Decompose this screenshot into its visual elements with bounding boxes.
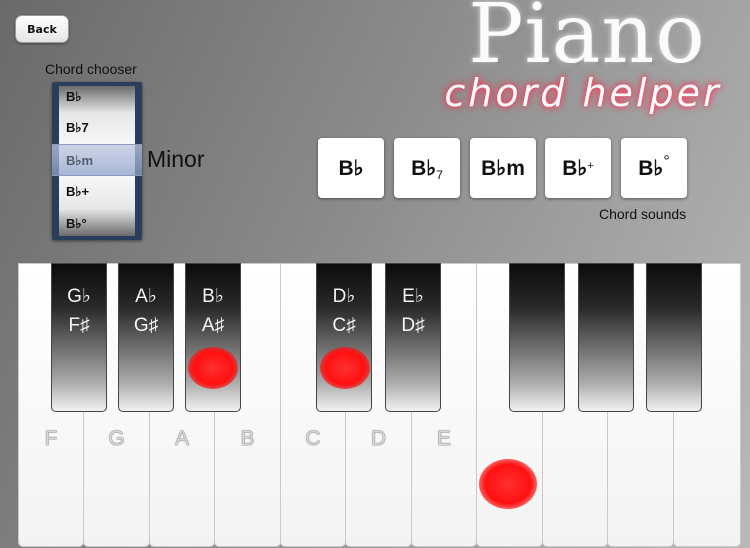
- black-key-label-sharp: F♯: [68, 315, 90, 336]
- black-key-label-flat: G♭: [67, 286, 91, 307]
- picker-row[interactable]: B♭°: [66, 216, 87, 232]
- chord-button-diminished[interactable]: B♭ °: [621, 138, 687, 198]
- chord-button-label: B♭: [411, 156, 437, 180]
- black-key-label-sharp: A♯: [201, 315, 225, 336]
- black-key-label-flat: B♭: [202, 286, 224, 307]
- black-key-ab-upper[interactable]: [578, 263, 634, 412]
- picker-row[interactable]: B♭: [66, 89, 82, 105]
- chord-button-major[interactable]: B♭: [318, 138, 384, 198]
- black-key-label-flat: E♭: [402, 286, 424, 307]
- chord-button-suffix: 7: [436, 168, 443, 182]
- white-key-label: A: [174, 427, 189, 450]
- black-key-gb-upper[interactable]: [509, 263, 565, 412]
- black-key-label-sharp: D♯: [401, 315, 425, 336]
- black-key-bb[interactable]: B♭ A♯: [185, 263, 241, 412]
- highlight-dot-db: [320, 347, 370, 389]
- white-key-label: B: [240, 427, 255, 450]
- black-key-eb[interactable]: E♭ D♯: [385, 263, 441, 412]
- picker-selection[interactable]: B♭m: [52, 144, 142, 176]
- black-key-ab[interactable]: A♭ G♯: [118, 263, 174, 412]
- piano-keyboard: F G A B C D E G♭ F♯ A♭ G♯ B♭ A♯ D♭ C♯ E♭…: [18, 263, 741, 548]
- chord-picker[interactable]: B♭ B♭7 B♭m B♭+ B♭°: [52, 82, 142, 240]
- black-key-label-sharp: C♯: [332, 315, 356, 336]
- app-subtitle: chord helper: [444, 71, 722, 115]
- back-button[interactable]: Back: [15, 15, 69, 43]
- highlight-dot-bb: [188, 347, 238, 389]
- chord-button-seventh[interactable]: B♭ 7: [394, 138, 460, 198]
- black-key-label-flat: A♭: [135, 286, 157, 307]
- black-key-gb[interactable]: G♭ F♯: [51, 263, 107, 412]
- black-key-bb-upper[interactable]: [646, 263, 702, 412]
- white-key-label: D: [370, 427, 387, 450]
- chord-sounds-label: Chord sounds: [599, 206, 687, 222]
- app-title: Piano: [468, 0, 706, 82]
- black-key-label-sharp: G♯: [133, 315, 159, 336]
- highlight-dot-f: [479, 459, 537, 509]
- picker-row[interactable]: B♭+: [66, 184, 89, 200]
- white-key-label: F: [44, 427, 58, 450]
- chord-button-suffix: °: [663, 153, 670, 170]
- white-key-label: C: [305, 427, 321, 450]
- chord-quality-label: Minor: [147, 146, 205, 172]
- chord-button-label: B♭: [562, 156, 588, 180]
- white-key-label: E: [436, 427, 451, 450]
- chord-chooser-label: Chord chooser: [45, 61, 137, 77]
- picker-row[interactable]: B♭7: [66, 120, 89, 136]
- chord-button-augmented[interactable]: B♭ +: [545, 138, 611, 198]
- black-key-db[interactable]: D♭ C♯: [316, 263, 372, 412]
- chord-button-label: B♭m: [481, 156, 525, 180]
- chord-button-label: B♭: [638, 156, 664, 180]
- picker-selected-value: B♭m: [66, 153, 94, 168]
- white-key-label: G: [108, 427, 125, 450]
- chord-button-label: B♭: [338, 156, 364, 180]
- chord-button-minor[interactable]: B♭m: [470, 138, 536, 198]
- black-key-label-flat: D♭: [332, 286, 356, 307]
- chord-button-suffix: +: [587, 160, 594, 172]
